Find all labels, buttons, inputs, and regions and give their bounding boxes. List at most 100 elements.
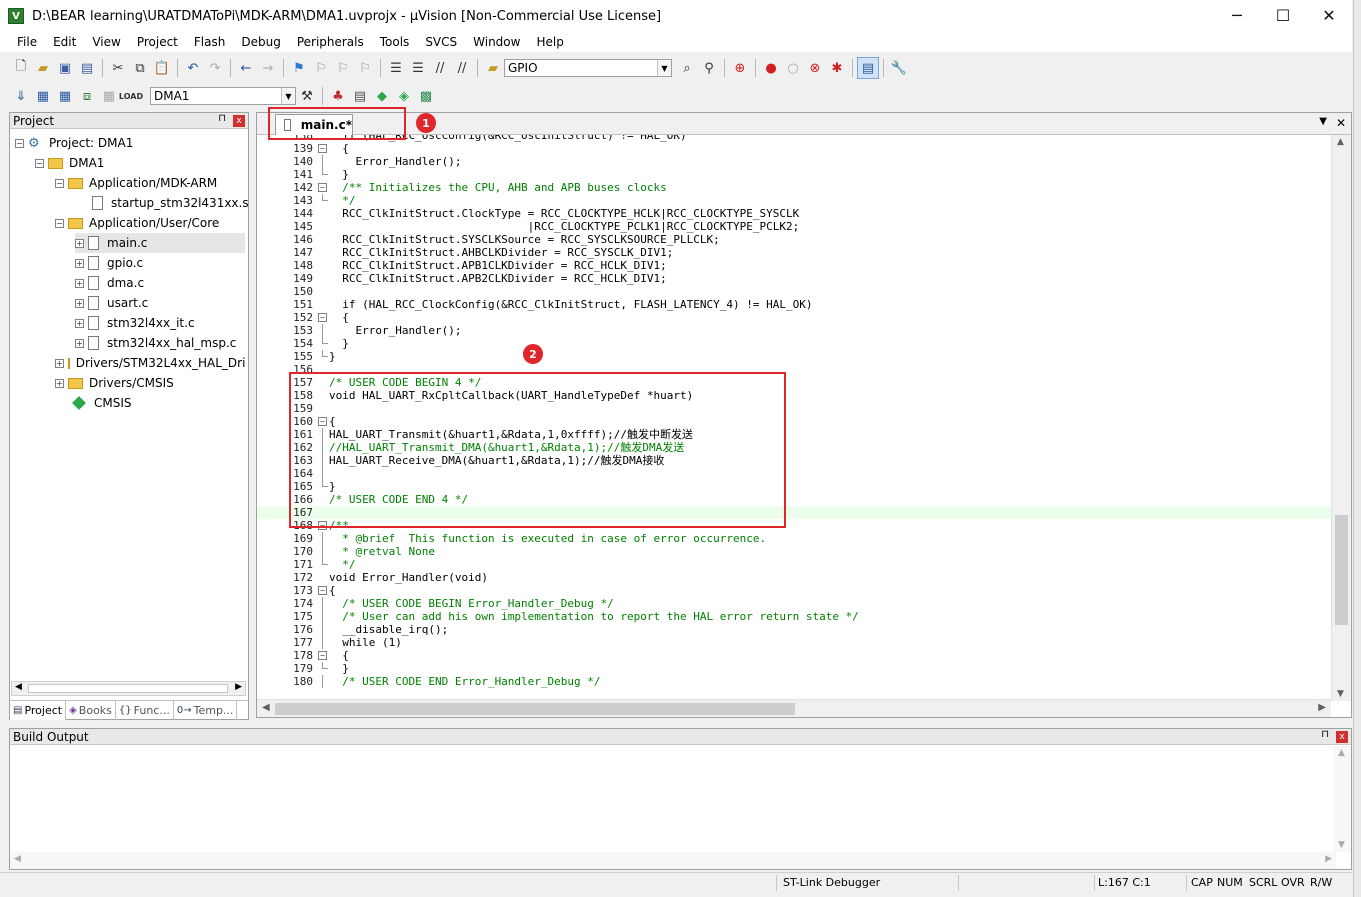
maximize-button[interactable]: ☐: [1260, 0, 1306, 30]
expand-icon[interactable]: +: [75, 258, 84, 268]
close-tab-icon[interactable]: ✕: [1336, 116, 1346, 130]
menu-svcs[interactable]: SVCS: [417, 35, 465, 49]
target-combo[interactable]: DMA1 ▼: [150, 87, 296, 105]
editor-hscrollbar[interactable]: ◀ ▶: [257, 699, 1331, 717]
incremental-find-icon[interactable]: ⚲: [698, 57, 720, 79]
menu-window[interactable]: Window: [465, 35, 528, 49]
expand-icon[interactable]: +: [75, 298, 84, 308]
code-line[interactable]: 148 RCC_ClkInitStruct.APB1CLKDivider = R…: [257, 259, 1331, 272]
rebuild-icon[interactable]: ▦: [54, 85, 76, 107]
paste-icon[interactable]: 📋: [151, 57, 173, 79]
breakpoint-disable-icon[interactable]: ○: [782, 57, 804, 79]
pin-icon[interactable]: ⊓: [1321, 729, 1329, 740]
expand-icon[interactable]: +: [75, 338, 84, 348]
tree-item-group[interactable]: − Application/MDK-ARM: [55, 173, 217, 193]
tree-item-file[interactable]: + stm32l4xx_it.c: [75, 313, 195, 333]
project-hscrollbar[interactable]: ◀ ▶: [11, 681, 246, 696]
fold-collapse-icon[interactable]: −: [318, 651, 327, 660]
code-line[interactable]: 153 Error_Handler();: [257, 324, 1331, 337]
breakpoint-disable-all-icon[interactable]: ⊗: [804, 57, 826, 79]
code-line[interactable]: 142− /** Initializes the CPU, AHB and AP…: [257, 181, 1331, 194]
tree-item-group[interactable]: − Application/User/Core: [55, 213, 219, 233]
bookmark-clear-icon[interactable]: ⚐: [354, 57, 376, 79]
expand-icon[interactable]: +: [55, 358, 64, 368]
tab-list-dropdown[interactable]: ▼: [1319, 116, 1327, 127]
open-folder-icon[interactable]: ▰: [32, 57, 54, 79]
scroll-right-icon[interactable]: ▶: [1318, 702, 1326, 713]
code-line[interactable]: 178− {: [257, 649, 1331, 662]
code-line[interactable]: 139− {: [257, 142, 1331, 155]
fold-collapse-icon[interactable]: −: [318, 313, 327, 322]
debug-session-icon[interactable]: ⊕: [729, 57, 751, 79]
tree-item-file[interactable]: + dma.c: [75, 273, 144, 293]
tree-item-file[interactable]: + usart.c: [75, 293, 148, 313]
menu-view[interactable]: View: [84, 35, 128, 49]
nav-back-icon[interactable]: ←: [235, 57, 257, 79]
code-line[interactable]: 155}: [257, 350, 1331, 363]
bookmark-next-icon[interactable]: ⚐: [332, 57, 354, 79]
menu-help[interactable]: Help: [528, 35, 571, 49]
code-line[interactable]: 140 Error_Handler();: [257, 155, 1331, 168]
configure-wrench-icon[interactable]: 🔧: [888, 57, 910, 79]
collapse-icon[interactable]: −: [15, 138, 24, 148]
breakpoint-kill-all-icon[interactable]: ✱: [826, 57, 848, 79]
code-line[interactable]: 170 * @retval None: [257, 545, 1331, 558]
code-line[interactable]: 179 }: [257, 662, 1331, 675]
collapse-icon[interactable]: −: [55, 218, 64, 228]
fold-gutter[interactable]: −: [318, 584, 327, 597]
scroll-left-icon[interactable]: ◀: [262, 702, 270, 713]
target-options-icon[interactable]: ⚒: [296, 85, 318, 107]
expand-icon[interactable]: +: [75, 318, 84, 328]
tree-item-group[interactable]: + Drivers/CMSIS: [55, 373, 174, 393]
nav-forward-icon[interactable]: →: [257, 57, 279, 79]
fold-gutter[interactable]: −: [318, 649, 327, 662]
save-all-icon[interactable]: ▤: [76, 57, 98, 79]
find-in-files-icon[interactable]: ▰: [482, 57, 504, 79]
code-line[interactable]: 154 }: [257, 337, 1331, 350]
tree-item-group[interactable]: + Drivers/STM32L4xx_HAL_Driver: [55, 353, 245, 373]
close-button[interactable]: ✕: [1306, 0, 1352, 30]
chevron-down-icon[interactable]: ▼: [657, 60, 671, 76]
scroll-left-icon[interactable]: ◀: [14, 854, 21, 864]
scroll-thumb[interactable]: [275, 703, 795, 715]
cube-mx-icon[interactable]: ▩: [415, 85, 437, 107]
new-file-icon[interactable]: 🗋: [10, 57, 32, 79]
code-line[interactable]: 174 /* USER CODE BEGIN Error_Handler_Deb…: [257, 597, 1331, 610]
cut-icon[interactable]: ✂: [107, 57, 129, 79]
tree-item-file[interactable]: + stm32l4xx_hal_msp.c: [75, 333, 236, 353]
find-icon[interactable]: ⌕: [676, 57, 698, 79]
code-line[interactable]: 173−{: [257, 584, 1331, 597]
stop-build-icon[interactable]: ▦: [98, 85, 120, 107]
fold-collapse-icon[interactable]: −: [318, 144, 327, 153]
chevron-down-icon[interactable]: ▼: [281, 88, 295, 104]
scroll-up-icon[interactable]: ▲: [1337, 137, 1344, 147]
save-icon[interactable]: ▣: [54, 57, 76, 79]
menu-edit[interactable]: Edit: [45, 35, 84, 49]
comment-icon[interactable]: //: [429, 57, 451, 79]
expand-icon[interactable]: +: [75, 278, 84, 288]
code-line[interactable]: 144 RCC_ClkInitStruct.ClockType = RCC_CL…: [257, 207, 1331, 220]
code-line[interactable]: 147 RCC_ClkInitStruct.AHBCLKDivider = RC…: [257, 246, 1331, 259]
fold-collapse-icon[interactable]: −: [318, 183, 327, 192]
code-line[interactable]: 149 RCC_ClkInitStruct.APB2CLKDivider = R…: [257, 272, 1331, 285]
menu-file[interactable]: File: [9, 35, 45, 49]
build-output-vscrollbar[interactable]: ▲ ▼: [1334, 746, 1351, 852]
tab-functions[interactable]: {} Func...: [116, 701, 174, 720]
find-combo[interactable]: GPIO ▼: [504, 59, 672, 77]
code-line[interactable]: 141 }: [257, 168, 1331, 181]
scroll-left-icon[interactable]: ◀: [15, 682, 22, 692]
code-line[interactable]: 146 RCC_ClkInitStruct.SYSCLKSource = RCC…: [257, 233, 1331, 246]
scroll-up-icon[interactable]: ▲: [1338, 748, 1345, 758]
collapse-icon[interactable]: −: [55, 178, 64, 188]
breakpoint-insert-icon[interactable]: ●: [760, 57, 782, 79]
scroll-thumb[interactable]: [1335, 515, 1348, 625]
uncomment-icon[interactable]: //: [451, 57, 473, 79]
collapse-icon[interactable]: −: [35, 158, 44, 168]
minimize-button[interactable]: ─: [1214, 0, 1260, 30]
tree-item-cmsis[interactable]: CMSIS: [72, 393, 132, 413]
code-line[interactable]: 152− {: [257, 311, 1331, 324]
manage-rte-icon[interactable]: ◆: [371, 85, 393, 107]
code-line[interactable]: 151 if (HAL_RCC_ClockConfig(&RCC_ClkInit…: [257, 298, 1331, 311]
tab-templates[interactable]: 0→ Temp...: [174, 701, 238, 720]
copy-icon[interactable]: ⧉: [129, 57, 151, 79]
